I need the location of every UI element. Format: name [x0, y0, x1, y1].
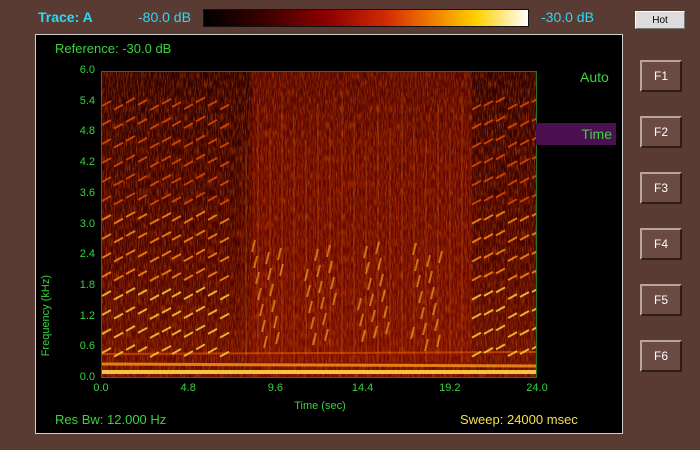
top-bar: Trace: A -80.0 dB -30.0 dB Hot	[0, 0, 700, 34]
time-mode-label[interactable]: Time	[536, 123, 616, 145]
function-key-f4[interactable]: F4	[640, 228, 682, 260]
x-tick-label: 24.0	[526, 382, 548, 394]
db-max-label: -30.0 dB	[541, 9, 594, 25]
auto-scale-label[interactable]: Auto	[580, 69, 609, 85]
x-tick-label: 4.8	[180, 382, 196, 394]
x-axis-title: Time (sec)	[294, 400, 346, 412]
y-tick-label: 0.6	[79, 340, 95, 353]
function-key-f6[interactable]: F6	[640, 340, 682, 372]
color-scale-bar	[203, 9, 529, 27]
y-tick-label: 4.8	[79, 125, 95, 138]
spectral-streak	[102, 362, 536, 368]
y-tick-label: 2.4	[79, 248, 95, 261]
spectrogram-plot[interactable]	[101, 71, 537, 378]
y-tick-label: 6.0	[79, 64, 95, 76]
resolution-bandwidth: Res Bw: 12.000 Hz	[55, 412, 167, 427]
y-tick-label: 5.4	[79, 94, 95, 107]
reference-level: Reference: -30.0 dB	[55, 41, 172, 56]
trace-label: Trace: A	[38, 9, 93, 25]
spectrogram-canvas	[102, 72, 536, 377]
x-tick-label: 9.6	[267, 382, 284, 394]
x-tick-label: 14.4	[351, 382, 374, 394]
x-tick-label: 19.2	[439, 382, 461, 394]
function-key-f1[interactable]: F1	[640, 60, 682, 92]
function-key-f3[interactable]: F3	[640, 172, 682, 204]
function-key-f2[interactable]: F2	[640, 116, 682, 148]
palette-button[interactable]: Hot	[635, 11, 685, 29]
x-tick-label: 0.0	[93, 382, 109, 394]
y-tick-label: 3.0	[79, 217, 95, 230]
sweep-time: Sweep: 24000 msec	[460, 412, 578, 427]
y-tick-label: 1.8	[79, 278, 95, 291]
y-tick-label: 1.2	[79, 309, 95, 322]
y-tick-label: 3.6	[79, 186, 95, 199]
y-axis-title-wrap: Frequency (kHz)	[40, 275, 56, 395]
y-tick-label: 4.2	[79, 156, 95, 169]
y-axis-title: Frequency (kHz)	[40, 275, 52, 357]
function-key-f5[interactable]: F5	[640, 284, 682, 316]
db-min-label: -80.0 dB	[138, 9, 191, 25]
